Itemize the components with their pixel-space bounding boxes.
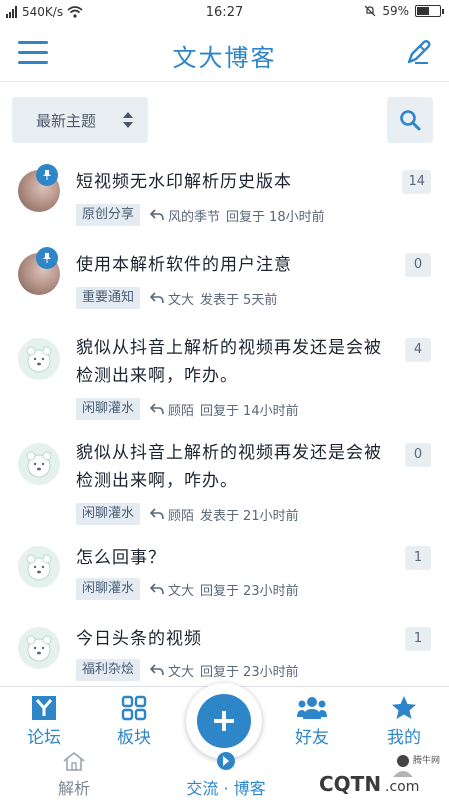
nav-item-mine[interactable]: 我的 bbox=[374, 695, 434, 748]
search-icon bbox=[400, 110, 421, 131]
topic-action: 回复于 bbox=[200, 583, 240, 599]
nav-item-forum[interactable]: 论坛 bbox=[14, 695, 74, 748]
topic-title-line2[interactable]: 检测出来啊，咋办。 bbox=[76, 467, 386, 495]
battery-icon bbox=[415, 5, 444, 17]
topic-action: 发表于 bbox=[200, 508, 240, 524]
reply-count: 1 bbox=[405, 546, 431, 570]
topic-time: 23小时前 bbox=[243, 583, 299, 599]
bottom-nav: 论坛 板块 好友 我的 解析 交流 · 博客 CQTN .com 腾牛网 bbox=[0, 683, 449, 800]
pin-icon bbox=[36, 247, 58, 269]
sort-dropdown[interactable]: 最新主题 bbox=[12, 97, 148, 143]
pen-icon[interactable] bbox=[403, 38, 433, 68]
topic-meta: 原创分享 风的季节 回复于 18小时前 bbox=[76, 204, 325, 226]
topic-user[interactable]: 顾陌 bbox=[168, 400, 194, 419]
topic-tag[interactable]: 闲聊灌水 bbox=[76, 503, 141, 525]
reply-icon bbox=[150, 583, 164, 595]
sort-dropdown-label: 最新主题 bbox=[36, 111, 97, 130]
nav-label-mine: 我的 bbox=[387, 728, 421, 748]
reply-icon bbox=[150, 209, 164, 221]
topic-tag[interactable]: 闲聊灌水 bbox=[76, 398, 141, 420]
topic-title[interactable]: 貌似从抖音上解析的视频再发还是会被 bbox=[76, 439, 386, 467]
topic-time: 14小时前 bbox=[243, 403, 299, 419]
sub-nav-community[interactable]: 交流 · 博客 bbox=[176, 751, 276, 799]
topic-user[interactable]: 顾陌 bbox=[168, 505, 194, 524]
reply-icon bbox=[150, 403, 164, 415]
reply-count: 0 bbox=[405, 443, 431, 467]
topic-user[interactable]: 文大 bbox=[168, 289, 194, 308]
topic-tag[interactable]: 原创分享 bbox=[76, 204, 141, 226]
avatar[interactable] bbox=[18, 546, 60, 588]
reply-count: 4 bbox=[405, 338, 431, 362]
topic-tag[interactable]: 福利杂烩 bbox=[76, 659, 141, 681]
avatar[interactable] bbox=[18, 627, 60, 669]
topic-title-line2[interactable]: 检测出来啊，咋办。 bbox=[76, 362, 386, 390]
topic-time: 5天前 bbox=[243, 292, 278, 308]
topic-title[interactable]: 使用本解析软件的用户注意 bbox=[76, 251, 386, 279]
svg-text:CQTN: CQTN bbox=[319, 772, 381, 796]
topic-time: 18小时前 bbox=[269, 209, 325, 225]
mute-icon bbox=[364, 5, 376, 17]
topic-title[interactable]: 今日头条的视频 bbox=[76, 625, 386, 653]
sort-updown-icon bbox=[123, 112, 133, 128]
topic-action: 回复于 bbox=[200, 403, 240, 419]
star-icon bbox=[392, 696, 416, 719]
topic-title[interactable]: 短视频无水印解析历史版本 bbox=[76, 168, 386, 196]
nav-label-forum: 论坛 bbox=[27, 728, 61, 748]
topic-meta: 闲聊灌水 文大 回复于 23小时前 bbox=[76, 578, 299, 600]
topic-action: 回复于 bbox=[200, 664, 240, 680]
sub-nav-parse-label: 解析 bbox=[57, 779, 90, 798]
topic-meta: 福利杂烩 文大 回复于 23小时前 bbox=[76, 659, 299, 681]
app-bar: 文大博客 bbox=[0, 24, 449, 82]
topic-action: 回复于 bbox=[226, 209, 266, 225]
avatar[interactable] bbox=[18, 338, 60, 380]
svg-text:.com: .com bbox=[385, 779, 419, 795]
status-bar: 540K/s 16:27 59% bbox=[0, 0, 449, 24]
plus-icon bbox=[214, 711, 234, 731]
reply-count: 14 bbox=[402, 170, 431, 194]
sub-nav-community-label: 交流 · 博客 bbox=[186, 779, 266, 798]
topic-meta: 闲聊灌水 顾陌 回复于 14小时前 bbox=[76, 398, 299, 420]
status-right: 59% bbox=[364, 4, 444, 18]
topic-tag[interactable]: 闲聊灌水 bbox=[76, 578, 141, 600]
topic-title[interactable]: 貌似从抖音上解析的视频再发还是会被 bbox=[76, 334, 386, 362]
topic-user[interactable]: 文大 bbox=[168, 580, 194, 599]
nav-label-boards: 板块 bbox=[117, 728, 151, 748]
topic-title[interactable]: 怎么回事？ bbox=[76, 544, 386, 572]
watermark-logo: CQTN .com 腾牛网 bbox=[313, 747, 445, 799]
topic-tag[interactable]: 重要通知 bbox=[76, 287, 141, 309]
nav-item-boards[interactable]: 板块 bbox=[104, 695, 164, 748]
topic-user[interactable]: 风的季节 bbox=[168, 206, 220, 225]
forum-y-icon bbox=[32, 696, 56, 720]
nav-item-friends[interactable]: 好友 bbox=[282, 695, 342, 748]
hamburger-menu-icon[interactable] bbox=[18, 41, 48, 65]
topic-meta: 重要通知 文大 发表于 5天前 bbox=[76, 287, 277, 309]
compass-icon bbox=[217, 752, 235, 770]
new-post-button[interactable] bbox=[197, 694, 251, 748]
topic-meta: 闲聊灌水 顾陌 发表于 21小时前 bbox=[76, 503, 299, 525]
reply-icon bbox=[150, 508, 164, 520]
friends-icon bbox=[297, 697, 327, 719]
home-outline-icon bbox=[63, 751, 85, 771]
topic-user[interactable]: 文大 bbox=[168, 661, 194, 680]
svg-text:腾牛网: 腾牛网 bbox=[413, 754, 440, 766]
battery-level bbox=[417, 7, 429, 15]
grid-icon bbox=[121, 695, 147, 721]
page-title: 文大博客 bbox=[172, 44, 277, 72]
reply-icon bbox=[150, 664, 164, 676]
pin-icon bbox=[36, 164, 58, 186]
reply-count: 0 bbox=[405, 253, 431, 277]
search-button[interactable] bbox=[387, 97, 433, 143]
topic-action: 发表于 bbox=[200, 292, 240, 308]
avatar[interactable] bbox=[18, 443, 60, 485]
sub-nav-parse[interactable]: 解析 bbox=[52, 751, 96, 799]
topic-time: 23小时前 bbox=[243, 664, 299, 680]
nav-label-friends: 好友 bbox=[295, 728, 329, 748]
reply-count: 1 bbox=[405, 627, 431, 651]
topic-time: 21小时前 bbox=[243, 508, 299, 524]
reply-icon bbox=[150, 292, 164, 304]
battery-percent: 59% bbox=[382, 4, 409, 18]
